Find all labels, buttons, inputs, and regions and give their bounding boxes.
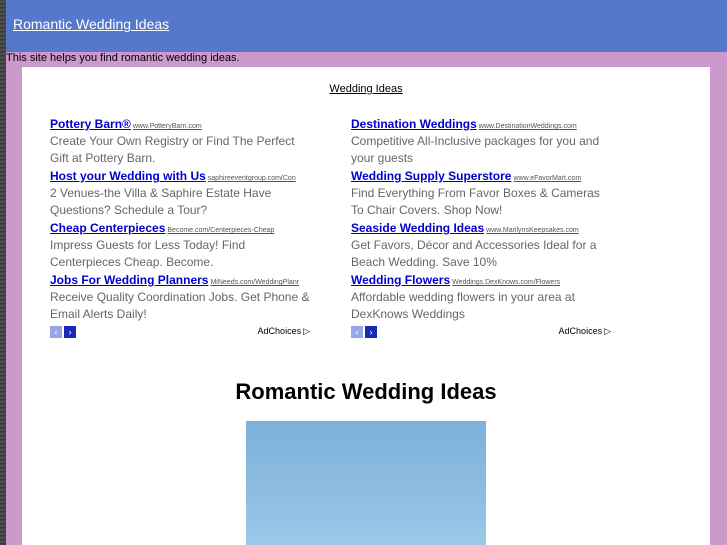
ad-title-link[interactable]: Seaside Wedding Ideas xyxy=(351,221,484,235)
ad-footer-right: ‹ › AdChoices ▷ xyxy=(351,325,613,339)
adchoices-icon: ▷ xyxy=(604,326,611,336)
ad-description: Impress Guests for Less Today! Find Cent… xyxy=(50,238,246,269)
site-header: Romantic Wedding Ideas xyxy=(6,0,727,52)
page-heading: Romantic Wedding Ideas xyxy=(235,379,497,404)
ad-url-link[interactable]: www.PotteryBarn.com xyxy=(133,123,202,130)
ad-unit: Jobs For Wedding Planners MiNeeds.com/Wed… xyxy=(50,271,312,323)
ad-url-link[interactable]: MiNeeds.com/WeddingPlanr xyxy=(210,279,299,286)
ad-title-link[interactable]: Jobs For Wedding Planners xyxy=(50,273,208,287)
ad-description: Create Your Own Registry or Find The Per… xyxy=(50,134,295,165)
main-content: Wedding Ideas Pottery Barn® www.PotteryBa… xyxy=(22,67,710,545)
adchoices-icon: ▷ xyxy=(303,326,310,336)
sky-photo xyxy=(246,421,486,545)
ad-unit: Destination Weddings www.DestinationWeddi… xyxy=(351,115,613,167)
ad-footer-left: ‹ › AdChoices ▷ xyxy=(50,325,312,339)
left-border-strip xyxy=(0,0,6,545)
ad-prev-button[interactable]: ‹ xyxy=(351,326,363,338)
ad-next-button[interactable]: › xyxy=(365,326,377,338)
ad-description: Competitive All-Inclusive packages for y… xyxy=(351,134,600,165)
ad-description: Find Everything From Favor Boxes & Camer… xyxy=(351,186,600,217)
ad-title-link[interactable]: Cheap Centerpieces xyxy=(50,221,165,235)
ad-title-link[interactable]: Pottery Barn® xyxy=(50,117,131,131)
ad-unit: Wedding Supply Superstore www.eFavorMart.… xyxy=(351,167,613,219)
ad-column-right: Destination Weddings www.DestinationWeddi… xyxy=(351,115,613,323)
adchoices-link[interactable]: AdChoices ▷ xyxy=(559,326,611,337)
ad-next-button[interactable]: › xyxy=(64,326,76,338)
ad-url-link[interactable]: Become.com/Centerpieces-Cheap xyxy=(167,227,274,234)
ad-title-link[interactable]: Destination Weddings xyxy=(351,117,477,131)
right-border xyxy=(710,67,727,545)
wedding-ideas-link[interactable]: Wedding Ideas xyxy=(22,83,710,95)
adchoices-link[interactable]: AdChoices ▷ xyxy=(258,326,310,337)
ad-title-link[interactable]: Wedding Flowers xyxy=(351,273,450,287)
ad-url-link[interactable]: Weddings.DexKnows.com/Flowers xyxy=(452,279,560,286)
ad-title-link[interactable]: Wedding Supply Superstore xyxy=(351,169,511,183)
ad-unit: Wedding Flowers Weddings.DexKnows.com/Flo… xyxy=(351,271,613,323)
ad-description: Get Favors, Décor and Accessories Ideal … xyxy=(351,238,597,269)
site-tagline: This site helps you find romantic weddin… xyxy=(6,52,240,64)
ad-unit: Seaside Wedding Ideas www.MarilynsKeepsak… xyxy=(351,219,613,271)
ad-description: 2 Venues-the Villa & Saphire Estate Have… xyxy=(50,186,272,217)
ad-unit: Host your Wedding with Us saphireeventgro… xyxy=(50,167,312,219)
adchoices-label: AdChoices xyxy=(558,326,603,336)
ad-unit: Cheap Centerpieces Become.com/Centerpiece… xyxy=(50,219,312,271)
ad-description: Receive Quality Coordination Jobs. Get P… xyxy=(50,290,310,321)
ad-title-link[interactable]: Host your Wedding with Us xyxy=(50,169,206,183)
site-title-link[interactable]: Romantic Wedding Ideas xyxy=(13,16,169,32)
ad-url-link[interactable]: www.eFavorMart.com xyxy=(513,175,581,182)
ad-column-left: Pottery Barn® www.PotteryBarn.com Create … xyxy=(50,115,312,323)
ad-prev-button[interactable]: ‹ xyxy=(50,326,62,338)
ad-url-link[interactable]: saphireeventgroup.com/Con xyxy=(208,175,296,182)
adchoices-label: AdChoices xyxy=(257,326,302,336)
ad-url-link[interactable]: www.DestinationWeddings.com xyxy=(479,123,577,130)
ad-unit: Pottery Barn® www.PotteryBarn.com Create … xyxy=(50,115,312,167)
ad-url-link[interactable]: www.MarilynsKeepsakes.com xyxy=(486,227,579,234)
ad-description: Affordable wedding flowers in your area … xyxy=(351,290,575,321)
